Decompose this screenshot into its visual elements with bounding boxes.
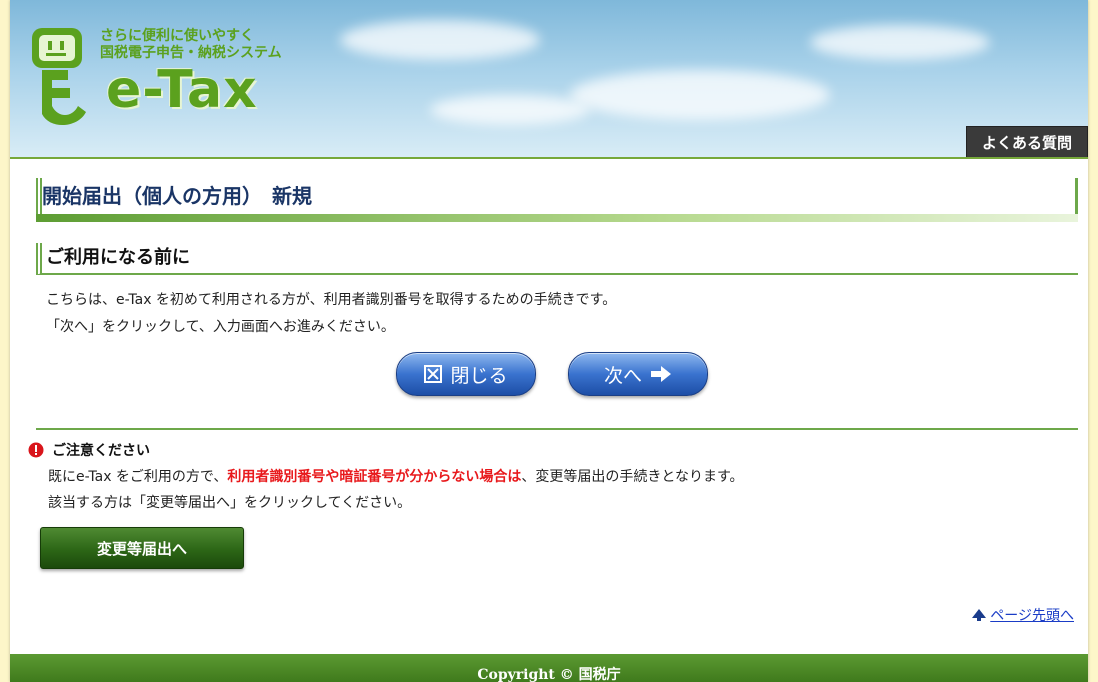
intro-text-line-1: こちらは、e-Tax を初めて利用される方が、利用者識別番号を取得するための手続… — [46, 292, 617, 308]
tagline: さらに便利に使いやすく 国税電子申告・納税システム — [100, 28, 282, 62]
footer-copyright: Copyright © 国税庁 — [10, 654, 1088, 682]
section-heading: ご利用になる前に — [46, 247, 190, 268]
title-underline — [36, 214, 1078, 222]
next-button-label: 次へ — [603, 364, 642, 387]
page-title-bar: 開始届出（個人の方用） 新規 — [36, 178, 1078, 214]
cloud-decoration — [810, 25, 990, 60]
notice-text-line-1: 既にe-Tax をご利用の方で、利用者識別番号や暗証番号が分からない場合は、変更… — [48, 466, 744, 486]
up-arrow-icon — [972, 609, 987, 621]
notice-text-line-2: 該当する方は「変更等届出へ」をクリックしてください。 — [48, 495, 412, 511]
notice-heading: ご注意ください — [28, 440, 150, 460]
close-button-label: 閉じる — [450, 364, 508, 387]
page-top-link-group[interactable]: ページ先頭へ — [972, 605, 1074, 625]
notice-title: ご注意ください — [52, 443, 150, 459]
tagline-line-1: さらに便利に使いやすく — [100, 28, 254, 44]
faq-link[interactable]: よくある質問 — [966, 126, 1088, 157]
page-title: 開始届出（個人の方用） 新規 — [42, 184, 312, 208]
close-box-icon — [424, 365, 443, 383]
warning-icon — [28, 442, 44, 458]
page: さらに便利に使いやすく 国税電子申告・納税システム e-Tax よくある質問 開… — [10, 0, 1088, 682]
intro-text-line-2: 「次へ」をクリックして、入力画面へお進みください。 — [46, 319, 395, 335]
arrow-right-icon — [651, 366, 671, 382]
cloud-decoration — [340, 20, 540, 60]
next-button[interactable]: 次へ — [568, 352, 708, 396]
close-button[interactable]: 閉じる — [396, 352, 536, 396]
site-header: さらに便利に使いやすく 国税電子申告・納税システム e-Tax よくある質問 — [10, 0, 1088, 159]
page-top-link[interactable]: ページ先頭へ — [990, 605, 1074, 625]
etax-mascot-icon — [32, 28, 86, 126]
cloud-decoration — [430, 95, 590, 125]
notice-text-suffix: 、変更等届出の手続きとなります。 — [521, 469, 744, 485]
divider — [36, 428, 1078, 430]
notice-text-prefix: 既にe-Tax をご利用の方で、 — [48, 469, 228, 485]
notice-highlight: 利用者識別番号や暗証番号が分からない場合は — [227, 469, 522, 485]
change-notification-button[interactable]: 変更等届出へ — [40, 527, 244, 569]
section-heading-bar: ご利用になる前に — [36, 243, 1078, 275]
cloud-decoration — [570, 70, 830, 120]
etax-logo[interactable]: e-Tax — [106, 60, 258, 120]
